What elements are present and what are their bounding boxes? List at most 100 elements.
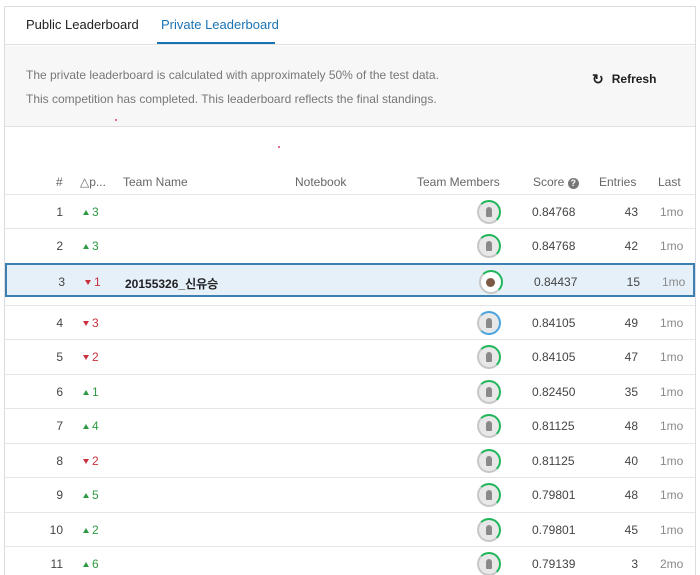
rank-change-value: 5 xyxy=(92,488,99,502)
score-cell: 0.84768 xyxy=(532,205,576,219)
header-team-members[interactable]: Team Members xyxy=(417,175,500,189)
rank-cell: 11 xyxy=(50,557,63,571)
rank-cell: 6 xyxy=(56,385,63,399)
rank-change: 1 xyxy=(85,275,101,289)
header-notebook[interactable]: Notebook xyxy=(295,175,346,189)
score-cell: 0.84437 xyxy=(534,275,578,289)
arrow-up-icon xyxy=(83,423,89,429)
tab-public-leaderboard[interactable]: Public Leaderboard xyxy=(26,17,139,32)
score-cell: 0.79801 xyxy=(532,523,576,537)
avatar[interactable] xyxy=(477,414,501,438)
table-row[interactable]: 4 3 0.84105 49 1mo xyxy=(5,305,695,339)
rank-change: 4 xyxy=(83,419,99,433)
rank-cell: 2 xyxy=(56,239,63,253)
arrow-up-icon xyxy=(83,209,89,215)
rank-change: 3 xyxy=(83,239,99,253)
entries-cell: 35 xyxy=(624,385,638,399)
entries-cell: 45 xyxy=(624,523,638,537)
leaderboard-panel: Public Leaderboard Private Leaderboard T… xyxy=(4,6,696,575)
arrow-down-icon xyxy=(83,458,89,464)
rank-cell: 4 xyxy=(56,316,63,330)
score-cell: 0.81125 xyxy=(532,419,575,433)
avatar[interactable] xyxy=(479,270,503,294)
rank-change-value: 1 xyxy=(92,385,99,399)
score-cell: 0.79139 xyxy=(532,557,576,571)
active-tab-indicator xyxy=(157,42,275,44)
rank-cell: 8 xyxy=(56,454,63,468)
rank-change-value: 2 xyxy=(92,523,99,537)
last-submission-cell: 1mo xyxy=(660,523,684,537)
rank-change: 6 xyxy=(83,557,99,571)
last-submission-cell: 1mo xyxy=(660,316,684,330)
rank-change-value: 3 xyxy=(92,205,99,219)
last-submission-cell: 1mo xyxy=(660,239,684,253)
avatar[interactable] xyxy=(477,449,501,473)
help-icon[interactable]: ? xyxy=(567,178,579,189)
score-cell: 0.82450 xyxy=(532,385,576,399)
table-row[interactable]: 5 2 0.84105 47 1mo xyxy=(5,339,695,373)
rank-change: 5 xyxy=(83,488,99,502)
header-score[interactable]: Score ? xyxy=(533,175,579,189)
table-row[interactable]: 3 1 20155326_신유승 0.84437 15 1mo xyxy=(5,263,695,297)
entries-cell: 3 xyxy=(631,557,638,571)
rank-change: 2 xyxy=(83,350,99,364)
rank-cell: 1 xyxy=(56,205,63,219)
last-submission-cell: 1mo xyxy=(660,205,684,219)
avatar[interactable] xyxy=(477,380,501,404)
leaderboard-notice: The private leaderboard is calculated wi… xyxy=(5,46,695,127)
tab-private-leaderboard[interactable]: Private Leaderboard xyxy=(161,17,279,32)
entries-cell: 48 xyxy=(624,488,638,502)
table-row[interactable]: 8 2 0.81125 40 1mo xyxy=(5,443,695,477)
notice-line-1: The private leaderboard is calculated wi… xyxy=(26,68,439,82)
arrow-up-icon xyxy=(83,243,89,249)
table-row[interactable]: 2 3 0.84768 42 1mo xyxy=(5,228,695,262)
entries-cell: 48 xyxy=(624,419,638,433)
arrow-up-icon xyxy=(83,389,89,395)
table-row[interactable]: 9 5 0.79801 48 1mo xyxy=(5,477,695,511)
arrow-up-icon xyxy=(83,492,89,498)
avatar[interactable] xyxy=(477,234,501,258)
table-row[interactable]: 6 1 0.82450 35 1mo xyxy=(5,374,695,408)
header-team-name[interactable]: Team Name xyxy=(123,175,188,189)
table-row[interactable]: 10 2 0.79801 45 1mo xyxy=(5,512,695,546)
arrow-down-icon xyxy=(83,354,89,360)
entries-cell: 49 xyxy=(624,316,638,330)
avatar[interactable] xyxy=(477,518,501,542)
rank-cell: 7 xyxy=(56,419,63,433)
table-row[interactable]: 1 3 0.84768 43 1mo xyxy=(5,194,695,228)
rank-change-value: 6 xyxy=(92,557,99,571)
avatar[interactable] xyxy=(477,311,501,335)
last-submission-cell: 1mo xyxy=(662,275,686,289)
arrow-up-icon xyxy=(83,561,89,567)
rank-change-value: 2 xyxy=(92,454,99,468)
avatar[interactable] xyxy=(477,552,501,575)
score-cell: 0.81125 xyxy=(532,454,575,468)
refresh-button[interactable]: ↻ Refresh xyxy=(592,72,656,86)
avatar[interactable] xyxy=(477,345,501,369)
team-name[interactable]: 20155326_신유승 xyxy=(125,275,218,292)
last-submission-cell: 1mo xyxy=(660,419,684,433)
refresh-label: Refresh xyxy=(611,72,657,86)
notice-line-2: This competition has completed. This lea… xyxy=(26,92,437,106)
avatar[interactable] xyxy=(477,483,501,507)
refresh-icon: ↻ xyxy=(592,71,604,87)
rank-change-value: 1 xyxy=(94,275,101,289)
entries-cell: 40 xyxy=(624,454,638,468)
header-rank[interactable]: # xyxy=(56,175,63,189)
header-delta[interactable]: △p... xyxy=(80,175,106,189)
header-last[interactable]: Last xyxy=(658,175,681,189)
entries-cell: 43 xyxy=(624,205,638,219)
last-submission-cell: 1mo xyxy=(660,350,684,364)
avatar[interactable] xyxy=(477,200,501,224)
table-row[interactable]: 11 6 0.79139 3 2mo xyxy=(5,546,695,575)
entries-cell: 47 xyxy=(624,350,638,364)
score-cell: 0.79801 xyxy=(532,488,576,502)
header-entries[interactable]: Entries xyxy=(599,175,636,189)
leaderboard-tabs: Public Leaderboard Private Leaderboard xyxy=(5,7,695,45)
last-submission-cell: 1mo xyxy=(660,488,684,502)
decorative-dot xyxy=(115,119,117,121)
rank-cell: 9 xyxy=(56,488,63,502)
rank-cell: 3 xyxy=(58,275,65,289)
table-row[interactable]: 7 4 0.81125 48 1mo xyxy=(5,408,695,442)
entries-cell: 15 xyxy=(626,275,640,289)
